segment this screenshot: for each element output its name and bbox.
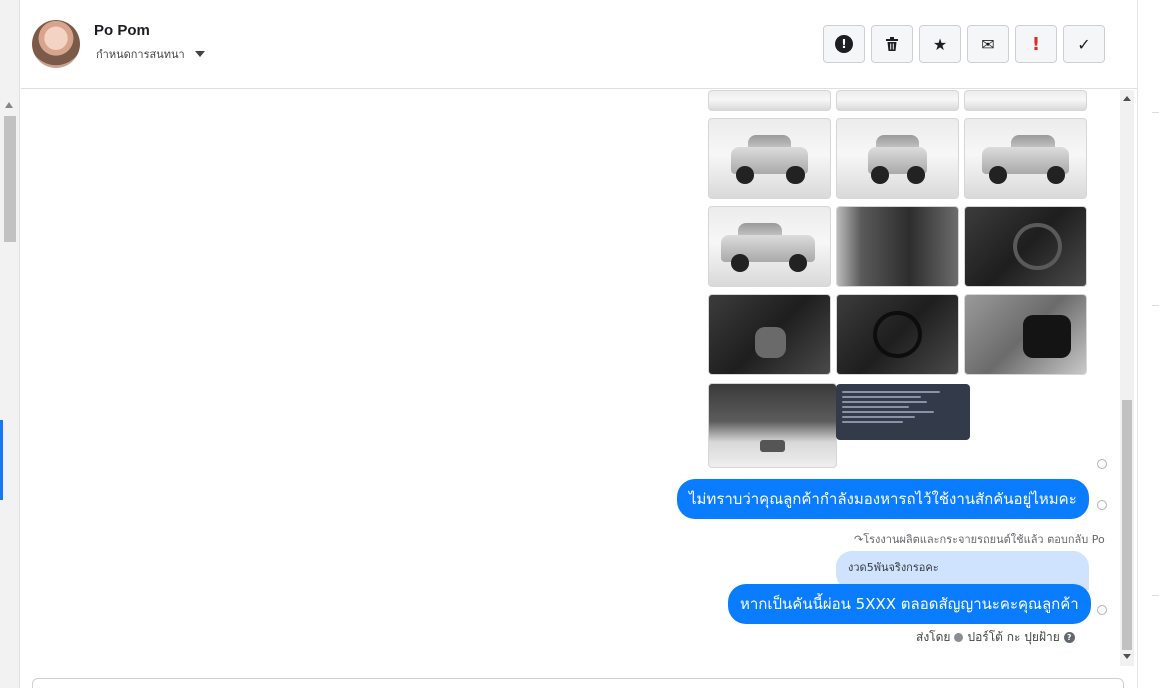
car-photo[interactable] — [708, 383, 837, 468]
mark-spam-button[interactable]: ! — [823, 25, 865, 63]
car-photo[interactable] — [836, 206, 959, 287]
follow-up-button[interactable]: ! — [1015, 25, 1057, 63]
trash-icon — [886, 37, 898, 51]
caret-down-icon — [194, 51, 205, 57]
delete-button[interactable] — [871, 25, 913, 63]
car-photo[interactable] — [708, 294, 831, 375]
assign-label: กำหนดการสนทนา — [96, 48, 185, 61]
car-photo[interactable] — [708, 118, 831, 199]
car-photo[interactable] — [708, 206, 831, 287]
scroll-down-arrow-icon[interactable] — [1123, 654, 1131, 659]
car-photo[interactable] — [964, 118, 1087, 199]
message-bubble[interactable]: ไม่ทราบว่าคุณลูกค้ากำลังมองหารถไว้ใช้งาน… — [677, 479, 1089, 519]
star-icon: ★ — [932, 34, 948, 54]
car-photo[interactable] — [964, 294, 1087, 375]
message-composer[interactable] — [32, 678, 1124, 688]
inbox-page: Po Pom กำหนดการสนทนา ! ★ ✉ ! ✓ ไม่ทราบว่… — [0, 0, 1159, 688]
seen-check-icon — [1097, 605, 1107, 615]
car-photo[interactable] — [836, 294, 959, 375]
selected-thread-indicator — [0, 420, 3, 500]
follow-up-icon: ! — [1031, 33, 1041, 55]
seen-check-icon — [1097, 459, 1107, 469]
action-toolbar: ! ★ ✉ ! ✓ — [823, 25, 1105, 63]
scroll-up-arrow-icon[interactable] — [1123, 96, 1131, 101]
thread-scrollbar[interactable] — [1120, 90, 1134, 666]
envelope-icon: ✉ — [981, 34, 995, 54]
message-bubble[interactable]: หากเป็นคันนี้ผ่อน 5XXX ตลอดสัญญานะคะคุณล… — [728, 584, 1091, 624]
contact-name[interactable]: Po Pom — [94, 22, 150, 39]
star-button[interactable]: ★ — [919, 25, 961, 63]
mark-unread-button[interactable]: ✉ — [967, 25, 1009, 63]
seen-check-icon — [1097, 500, 1107, 510]
sent-by-label: ส่งโดย — [916, 630, 951, 644]
car-photo[interactable] — [964, 90, 1087, 111]
avatar[interactable] — [32, 20, 80, 68]
car-spec-document-photo[interactable] — [836, 384, 970, 440]
mark-done-button[interactable]: ✓ — [1063, 25, 1105, 63]
checkmark-icon: ✓ — [1077, 34, 1091, 54]
assign-conversation-dropdown[interactable]: กำหนดการสนทนา — [96, 45, 205, 63]
car-photo[interactable] — [836, 118, 959, 199]
sent-by-line: ส่งโดย ปอร์โต้ กะ ปุยฝ้าย ? — [916, 628, 1075, 647]
conversation-header: Po Pom กำหนดการสนทนา ! ★ ✉ ! ✓ — [21, 0, 1137, 89]
reply-arrow-icon: ↷ — [854, 533, 864, 546]
verified-check-icon — [954, 633, 964, 642]
reply-note-text: โรงงานผลิตและกระจายรถยนต์ใช้แล้ว ตอบกลับ… — [863, 533, 1105, 546]
reply-context-note: ↷โรงงานผลิตและกระจายรถยนต์ใช้แล้ว ตอบกลั… — [854, 530, 1105, 548]
scroll-up-arrow-icon[interactable] — [5, 102, 13, 108]
help-icon[interactable]: ? — [1063, 632, 1075, 643]
car-photo[interactable] — [836, 90, 959, 111]
left-scrollbar-thumb[interactable] — [4, 116, 16, 242]
right-panel-edge — [1137, 0, 1159, 688]
spam-report-icon: ! — [835, 35, 853, 53]
thread-scrollbar-thumb[interactable] — [1122, 400, 1132, 650]
car-photo[interactable] — [708, 90, 831, 111]
car-photo[interactable] — [964, 206, 1087, 287]
left-panel-edge — [0, 0, 20, 688]
sender-name[interactable]: ปอร์โต้ กะ ปุยฝ้าย — [967, 628, 1059, 647]
